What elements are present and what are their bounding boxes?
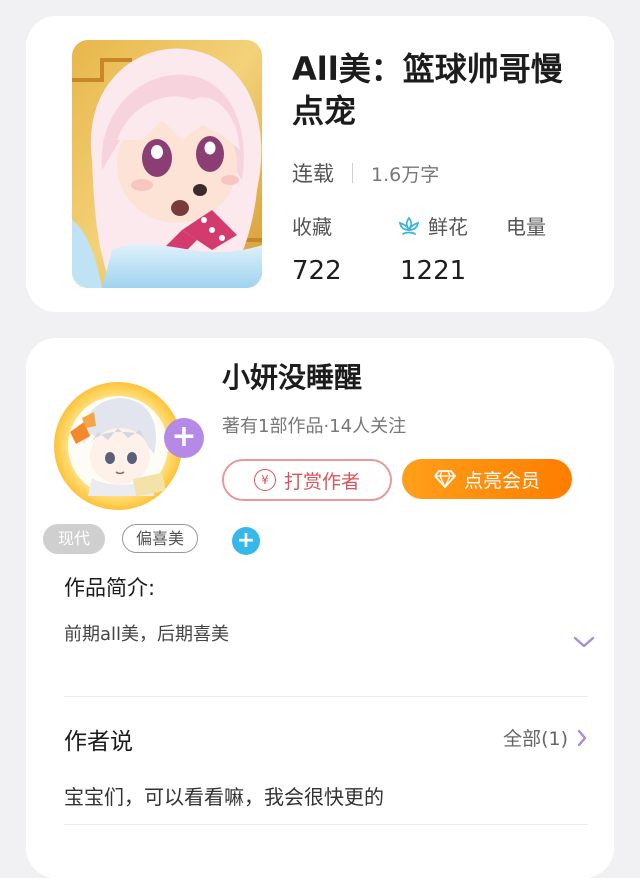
reward-author-label: 打赏作者 bbox=[283, 470, 360, 493]
word-count: 1.6万字 bbox=[371, 163, 440, 186]
intro-heading: 作品简介: bbox=[64, 576, 156, 600]
follow-author-button[interactable]: + bbox=[164, 418, 204, 458]
section-divider bbox=[64, 696, 588, 697]
favorites-label: 收藏 bbox=[292, 215, 332, 239]
author-info-card: + 小妍没睡醒 著有1部作品·14人关注 ¥ 打赏作者 点亮会员 现代 偏喜美 … bbox=[26, 338, 614, 878]
tag-xi-mei[interactable]: 偏喜美 bbox=[122, 524, 198, 553]
book-info-card: All美：篮球帅哥慢点宠 连载 1.6万字 收藏 722 鲜花 1221 电量 bbox=[26, 16, 614, 312]
favorites-count: 722 bbox=[292, 256, 342, 286]
activate-vip-label: 点亮会员 bbox=[463, 469, 540, 492]
view-all-label: 全部(1) bbox=[503, 728, 568, 750]
section-divider bbox=[64, 824, 588, 825]
chevron-down-icon[interactable] bbox=[572, 634, 596, 653]
view-all-author-notes-link[interactable]: 全部(1) bbox=[503, 724, 588, 751]
reward-author-button[interactable]: ¥ 打赏作者 bbox=[222, 459, 392, 501]
author-says-heading: 作者说 bbox=[64, 729, 133, 755]
flower-icon bbox=[396, 215, 422, 239]
stat-power[interactable]: 电量 bbox=[506, 212, 546, 242]
yuan-coin-icon: ¥ bbox=[253, 469, 276, 491]
book-meta: 连载 1.6万字 bbox=[292, 158, 439, 188]
diamond-icon bbox=[434, 470, 456, 488]
author-says-text: 宝宝们，可以看看嘛，我会很快更的 bbox=[64, 785, 384, 809]
serial-status: 连载 bbox=[292, 162, 334, 186]
add-tag-button[interactable]: + bbox=[232, 527, 260, 555]
book-title: All美：篮球帅哥慢点宠 bbox=[292, 50, 563, 130]
author-name[interactable]: 小妍没睡醒 bbox=[222, 356, 362, 396]
flowers-count: 1221 bbox=[400, 256, 467, 286]
tag-modern[interactable]: 现代 bbox=[43, 524, 105, 554]
intro-text: 前期all美，后期喜美 bbox=[64, 624, 230, 645]
author-avatar[interactable]: + bbox=[48, 374, 204, 514]
chevron-right-icon bbox=[576, 728, 588, 748]
stat-flowers[interactable]: 鲜花 1221 bbox=[396, 212, 468, 286]
activate-vip-button[interactable]: 点亮会员 bbox=[402, 459, 572, 499]
power-label: 电量 bbox=[506, 215, 546, 239]
author-stats: 著有1部作品·14人关注 bbox=[222, 416, 407, 437]
book-cover-image[interactable] bbox=[72, 40, 262, 288]
stat-favorites[interactable]: 收藏 722 bbox=[292, 212, 342, 286]
flowers-label: 鲜花 bbox=[428, 215, 468, 239]
meta-divider bbox=[352, 163, 353, 183]
